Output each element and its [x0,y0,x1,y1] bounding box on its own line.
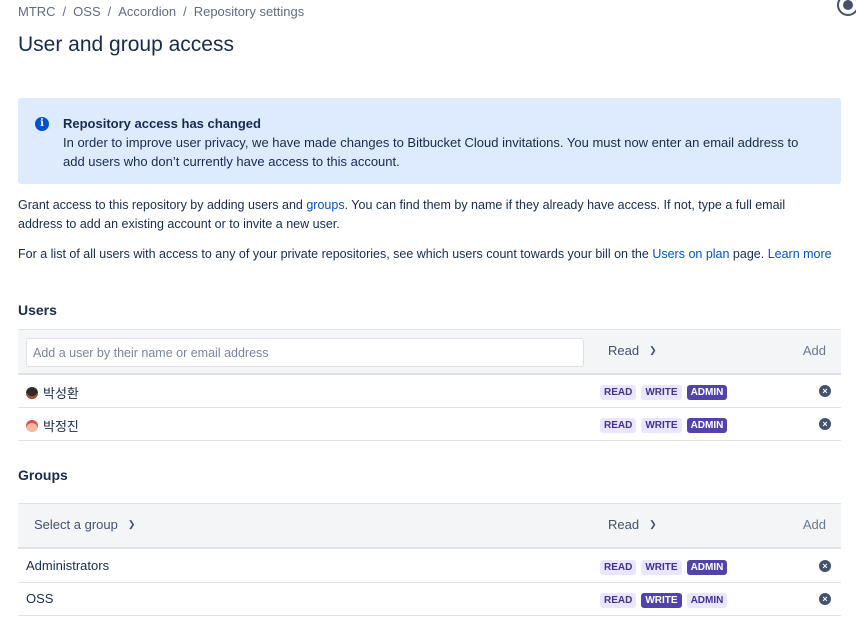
read-permission-button[interactable]: READ [600,593,637,608]
breadcrumb-item-repository-settings[interactable]: Repository settings [194,4,305,19]
read-permission-button[interactable]: READ [600,385,637,400]
chevron-down-icon: ❯ [649,345,657,355]
permission-lozenges: READ WRITE ADMIN [600,418,728,433]
groups-table-header: Select a group ❯ Read ❯ Add [18,503,841,549]
admin-permission-button[interactable]: ADMIN [686,418,728,433]
group-name: OSS [26,591,54,606]
learn-more-link[interactable]: Learn more [768,247,832,261]
admin-permission-button[interactable]: ADMIN [686,385,728,400]
groups-link[interactable]: groups [306,198,344,212]
breadcrumb-separator: / [62,4,67,19]
table-row: OSS READ WRITE ADMIN × [18,583,841,616]
permission-lozenges: READ WRITE ADMIN [600,560,728,575]
users-on-plan-link[interactable]: Users on plan [652,247,729,261]
groups-permission-select[interactable]: Read ❯ [608,517,657,532]
banner-title: Repository access has changed [63,116,261,131]
intro-text: page. [729,247,768,261]
breadcrumb-separator: / [183,4,187,19]
admin-permission-button[interactable]: ADMIN [686,593,728,608]
write-permission-button[interactable]: WRITE [641,593,682,608]
permission-lozenges: READ WRITE ADMIN [600,593,728,608]
remove-icon[interactable]: × [819,560,831,572]
remove-icon[interactable]: × [819,418,831,430]
user-name-label: 박정진 [43,419,79,434]
banner-text: In order to improve user privacy, we hav… [63,135,799,169]
permission-select-label: Read [608,343,640,358]
avatar [26,386,38,399]
breadcrumb-separator: / [107,4,112,19]
chevron-down-icon: ❯ [127,519,136,529]
info-icon: i [35,117,49,131]
user-name: 박정진 [26,416,79,435]
admin-permission-button[interactable]: ADMIN [686,560,728,575]
breadcrumb-item-mtrc[interactable]: MTRC [18,4,56,19]
add-group-button[interactable]: Add [803,517,826,532]
intro-text: For a list of all users with access to a… [18,247,653,261]
info-banner: i Repository access has changed In order… [18,98,841,184]
chevron-down-icon: ❯ [649,519,657,529]
intro-text: Grant access to this repository by addin… [18,198,307,212]
breadcrumb-item-accordion[interactable]: Accordion [118,4,176,19]
read-permission-button[interactable]: READ [600,560,637,575]
intro-paragraph-1: Grant access to this repository by addin… [18,196,833,234]
user-search-input[interactable] [26,338,584,367]
avatar [26,419,38,432]
breadcrumb: MTRC / OSS / Accordion / Repository settings [18,4,304,19]
user-name: 박성환 [26,383,79,402]
intro-paragraph-2: For a list of all users with access to a… [18,245,833,264]
group-name: Administrators [26,558,110,573]
read-permission-button[interactable]: READ [600,418,637,433]
users-table-header: Read ❯ Add [18,329,841,375]
write-permission-button[interactable]: WRITE [641,418,682,433]
group-select-label: Select a group [34,517,118,532]
permission-select-label: Read [608,517,640,532]
table-row: Administrators READ WRITE ADMIN × [18,550,841,583]
write-permission-button[interactable]: WRITE [641,385,682,400]
users-section-title: Users [18,302,57,318]
remove-icon[interactable]: × [819,593,831,605]
table-row: 박정진 READ WRITE ADMIN × [18,408,841,441]
users-permission-select[interactable]: Read ❯ [608,343,657,358]
remove-icon[interactable]: × [819,385,831,397]
page-title: User and group access [18,33,234,56]
permission-lozenges: READ WRITE ADMIN [600,385,728,400]
close-icon[interactable] [837,0,856,16]
groups-section-title: Groups [18,467,68,483]
breadcrumb-item-oss[interactable]: OSS [73,4,100,19]
table-row: 박성환 READ WRITE ADMIN × [18,375,841,408]
user-name-label: 박성환 [43,386,79,401]
group-select[interactable]: Select a group ❯ [34,517,135,532]
write-permission-button[interactable]: WRITE [641,560,682,575]
add-user-button[interactable]: Add [803,343,826,358]
